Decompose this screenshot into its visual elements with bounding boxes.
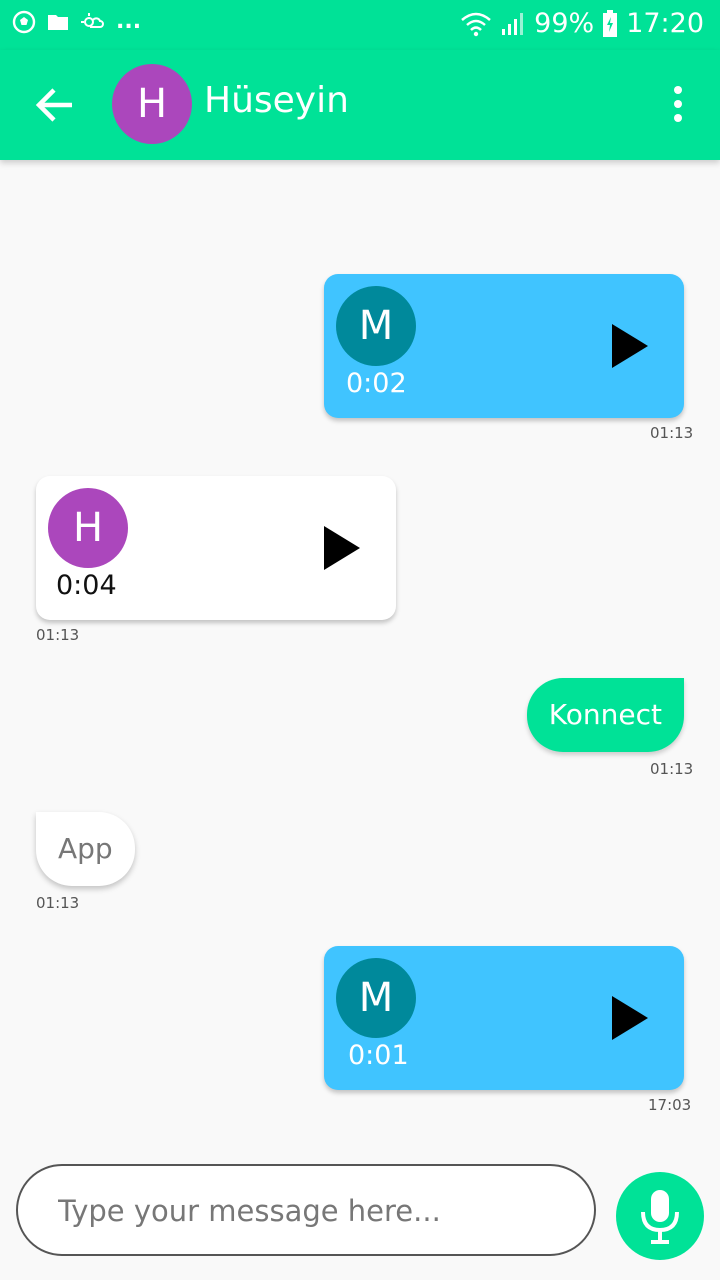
sender-avatar-letter: M bbox=[358, 303, 394, 349]
text-message-sent[interactable]: Konnect bbox=[526, 678, 684, 752]
record-voice-button[interactable] bbox=[616, 1172, 704, 1260]
message-input[interactable] bbox=[56, 1186, 560, 1236]
message-timestamp: 17:03 bbox=[648, 1096, 692, 1114]
contact-avatar-letter: H bbox=[136, 81, 168, 127]
clock: 17:20 bbox=[626, 8, 704, 39]
play-button[interactable] bbox=[612, 324, 648, 368]
back-button[interactable] bbox=[32, 84, 80, 126]
play-button[interactable] bbox=[324, 526, 360, 570]
signal-icon bbox=[502, 12, 524, 35]
chat-header: H Hüseyin bbox=[0, 50, 720, 160]
sender-avatar-letter: H bbox=[72, 505, 104, 551]
wifi-icon bbox=[461, 12, 491, 36]
play-button[interactable] bbox=[612, 996, 648, 1040]
status-bar-notifications: ... bbox=[12, 10, 141, 34]
battery-charging-icon bbox=[603, 9, 618, 37]
voice-message-sent: M 0:01 bbox=[324, 946, 684, 1090]
message-timestamp: 01:13 bbox=[650, 760, 694, 778]
message-text: Konnect bbox=[548, 698, 662, 731]
notification-overflow: ... bbox=[116, 9, 142, 34]
more-vert-icon bbox=[668, 86, 688, 122]
folder-icon bbox=[48, 15, 68, 30]
text-message-received[interactable]: App bbox=[36, 812, 135, 886]
weather-icon bbox=[81, 13, 104, 28]
message-timestamp: 01:13 bbox=[650, 424, 694, 442]
voice-message-sent: M 0:02 bbox=[324, 274, 684, 418]
sender-avatar: M bbox=[336, 958, 416, 1038]
sender-avatar: M bbox=[336, 286, 416, 366]
voice-message-received: H 0:04 bbox=[36, 476, 396, 620]
contact-name[interactable]: Hüseyin bbox=[204, 80, 349, 121]
status-bar-system: 99% 17:20 bbox=[460, 8, 704, 39]
voice-duration: 0:02 bbox=[346, 368, 407, 399]
arrow-back-icon bbox=[35, 88, 72, 122]
microphone-icon bbox=[641, 1190, 679, 1244]
message-composer bbox=[16, 1164, 596, 1256]
voice-duration: 0:04 bbox=[56, 570, 117, 601]
status-bar: ... 99% 17:20 bbox=[0, 0, 720, 50]
message-timestamp: 01:13 bbox=[36, 626, 80, 644]
voice-duration: 0:01 bbox=[348, 1040, 409, 1071]
message-timestamp: 01:13 bbox=[36, 894, 80, 912]
soccer-ball-icon bbox=[12, 10, 36, 34]
contact-avatar[interactable]: H bbox=[112, 64, 192, 144]
message-text: App bbox=[58, 832, 113, 865]
sender-avatar-letter: M bbox=[358, 975, 394, 1021]
battery-percentage: 99% bbox=[534, 8, 595, 39]
more-options-button[interactable] bbox=[668, 86, 688, 126]
sender-avatar: H bbox=[48, 488, 128, 568]
